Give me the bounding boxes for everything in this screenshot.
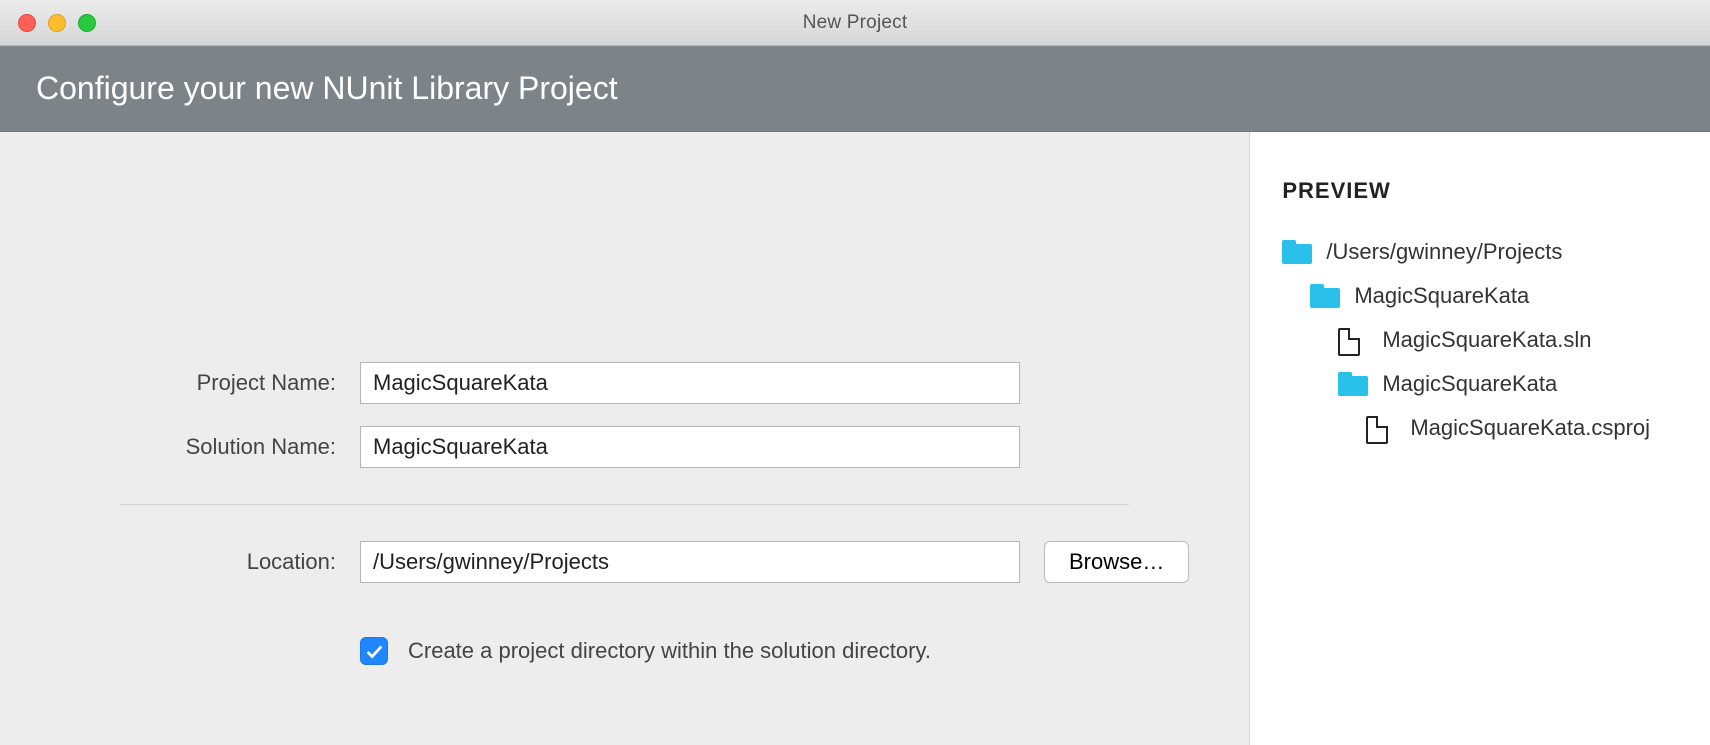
tree-item-label: MagicSquareKata xyxy=(1354,283,1529,309)
folder-icon xyxy=(1310,284,1340,308)
project-name-label: Project Name: xyxy=(60,370,360,396)
tree-item-label: MagicSquareKata xyxy=(1382,371,1557,397)
file-icon xyxy=(1338,328,1360,356)
folder-icon xyxy=(1338,372,1368,396)
tree-item: /Users/gwinney/Projects xyxy=(1282,230,1678,274)
window-title: New Project xyxy=(0,12,1710,34)
file-icon xyxy=(1366,416,1388,444)
create-dir-label: Create a project directory within the so… xyxy=(408,638,931,664)
create-dir-checkbox[interactable] xyxy=(360,637,388,665)
solution-name-input[interactable] xyxy=(360,426,1020,468)
project-name-input[interactable] xyxy=(360,362,1020,404)
page-header: Configure your new NUnit Library Project xyxy=(0,46,1710,132)
tree-item-label: MagicSquareKata.csproj xyxy=(1410,415,1650,441)
minimize-icon[interactable] xyxy=(48,14,66,32)
close-icon[interactable] xyxy=(18,14,36,32)
browse-button[interactable]: Browse… xyxy=(1044,541,1189,583)
preview-tree: /Users/gwinney/Projects MagicSquareKata Ma… xyxy=(1282,230,1678,450)
zoom-icon[interactable] xyxy=(78,14,96,32)
project-name-row: Project Name: xyxy=(60,362,1189,404)
create-dir-row: Create a project directory within the so… xyxy=(60,637,1189,665)
tree-item: MagicSquareKata xyxy=(1282,362,1678,406)
location-input[interactable] xyxy=(360,541,1020,583)
tree-item-label: MagicSquareKata.sln xyxy=(1382,327,1591,353)
preview-heading: PREVIEW xyxy=(1282,178,1678,204)
divider xyxy=(120,504,1129,505)
tree-item-label: /Users/gwinney/Projects xyxy=(1326,239,1562,265)
tree-item: MagicSquareKata.csproj xyxy=(1282,406,1678,450)
preview-panel: PREVIEW /Users/gwinney/Projects MagicSqua… xyxy=(1249,132,1710,745)
tree-item: MagicSquareKata.sln xyxy=(1282,318,1678,362)
location-row: Location: Browse… xyxy=(60,541,1189,583)
solution-name-row: Solution Name: xyxy=(60,426,1189,468)
main-area: Project Name: Solution Name: Location: B… xyxy=(0,132,1710,745)
folder-icon xyxy=(1282,240,1312,264)
page-title: Configure your new NUnit Library Project xyxy=(36,70,618,107)
solution-name-label: Solution Name: xyxy=(60,434,360,460)
checkmark-icon xyxy=(363,640,385,662)
tree-item: MagicSquareKata xyxy=(1282,274,1678,318)
location-label: Location: xyxy=(60,549,360,575)
titlebar: New Project xyxy=(0,0,1710,46)
form-panel: Project Name: Solution Name: Location: B… xyxy=(0,132,1249,745)
window-controls xyxy=(18,14,96,32)
